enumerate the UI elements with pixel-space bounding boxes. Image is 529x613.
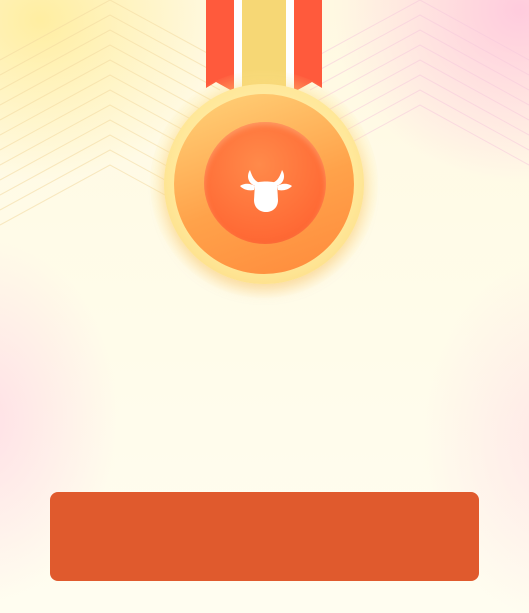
medal (164, 84, 364, 284)
primary-action-button[interactable] (50, 492, 479, 581)
bull-icon (240, 170, 292, 212)
